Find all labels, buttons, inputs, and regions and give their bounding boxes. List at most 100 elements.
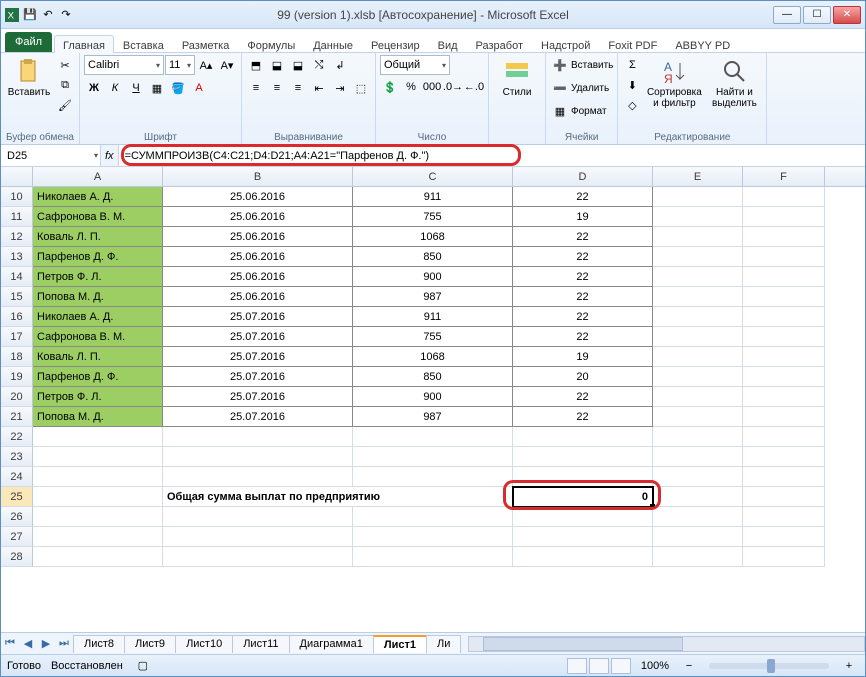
- cell[interactable]: 911: [353, 307, 513, 327]
- fill-icon[interactable]: ⬇: [622, 75, 642, 95]
- cell[interactable]: [513, 467, 653, 487]
- bold-button[interactable]: Ж: [84, 78, 104, 98]
- cell[interactable]: [653, 507, 743, 527]
- macro-record-icon[interactable]: ▢: [133, 656, 153, 676]
- cell[interactable]: 850: [353, 367, 513, 387]
- cut-icon[interactable]: ✂: [55, 55, 75, 75]
- cell[interactable]: 1068: [353, 347, 513, 367]
- format-painter-icon[interactable]: 🖌: [55, 95, 75, 115]
- cell[interactable]: [653, 407, 743, 427]
- sheet-nav-next[interactable]: ▶: [37, 635, 55, 653]
- cell[interactable]: [653, 267, 743, 287]
- cell[interactable]: [653, 307, 743, 327]
- undo-icon[interactable]: ↶: [41, 8, 55, 22]
- italic-button[interactable]: К: [105, 78, 125, 98]
- col-header-E[interactable]: E: [653, 167, 743, 186]
- cell[interactable]: [743, 187, 825, 207]
- format-cells-icon[interactable]: ▦: [550, 101, 570, 121]
- cell[interactable]: [353, 507, 513, 527]
- copy-icon[interactable]: ⧉: [55, 75, 75, 95]
- percent-icon[interactable]: %: [401, 77, 421, 97]
- cell[interactable]: [653, 447, 743, 467]
- cell[interactable]: [33, 447, 163, 467]
- row-header[interactable]: 15: [1, 287, 33, 307]
- cell[interactable]: 25.06.2016: [163, 227, 353, 247]
- row-header[interactable]: 17: [1, 327, 33, 347]
- cell[interactable]: 22: [513, 327, 653, 347]
- cell[interactable]: [163, 427, 353, 447]
- row-header[interactable]: 20: [1, 387, 33, 407]
- page-break-view-button[interactable]: [611, 658, 631, 674]
- col-header-C[interactable]: C: [353, 167, 513, 186]
- summary-label[interactable]: Общая сумма выплат по предприятию: [163, 487, 513, 507]
- cell[interactable]: 25.07.2016: [163, 407, 353, 427]
- delete-cells-icon[interactable]: ➖: [550, 78, 570, 98]
- cell[interactable]: [513, 427, 653, 447]
- align-bottom-icon[interactable]: ⬓: [288, 55, 308, 75]
- cell[interactable]: [353, 527, 513, 547]
- col-header-A[interactable]: A: [33, 167, 163, 186]
- cell[interactable]: [163, 467, 353, 487]
- align-top-icon[interactable]: ⬒: [246, 55, 266, 75]
- border-button[interactable]: ▦: [147, 78, 167, 98]
- font-color-button[interactable]: A: [189, 78, 209, 98]
- save-icon[interactable]: 💾: [23, 8, 37, 22]
- cell[interactable]: 911: [353, 187, 513, 207]
- row-header[interactable]: 24: [1, 467, 33, 487]
- cell[interactable]: [653, 207, 743, 227]
- cell[interactable]: [653, 387, 743, 407]
- cell[interactable]: [163, 507, 353, 527]
- cell[interactable]: Парфенов Д. Ф.: [33, 247, 163, 267]
- cell[interactable]: Сафронова В. М.: [33, 207, 163, 227]
- cell[interactable]: [653, 427, 743, 447]
- cell[interactable]: 850: [353, 247, 513, 267]
- align-middle-icon[interactable]: ⬓: [267, 55, 287, 75]
- merge-button[interactable]: ⬚: [351, 78, 371, 98]
- close-button[interactable]: ✕: [833, 6, 861, 24]
- name-box[interactable]: D25▾: [1, 145, 101, 166]
- fx-button[interactable]: fx: [105, 150, 114, 162]
- cell[interactable]: [743, 267, 825, 287]
- sheet-nav-last[interactable]: ⏭: [55, 635, 73, 653]
- cell[interactable]: [513, 547, 653, 567]
- insert-cells-icon[interactable]: ➕: [550, 55, 570, 75]
- cell[interactable]: 25.06.2016: [163, 287, 353, 307]
- file-tab[interactable]: Файл: [5, 32, 52, 52]
- find-select-button[interactable]: Найти и выделить: [706, 55, 762, 111]
- sheet-tab-Диаграмма1[interactable]: Диаграмма1: [289, 635, 374, 653]
- cell[interactable]: [33, 487, 163, 507]
- col-header-F[interactable]: F: [743, 167, 825, 186]
- cell[interactable]: 22: [513, 227, 653, 247]
- align-center-icon[interactable]: ≡: [267, 78, 287, 98]
- cell[interactable]: [653, 227, 743, 247]
- underline-button[interactable]: Ч: [126, 78, 146, 98]
- styles-button[interactable]: Стили: [493, 55, 541, 100]
- cell[interactable]: Коваль Л. П.: [33, 347, 163, 367]
- grow-font-icon[interactable]: A▴: [196, 55, 216, 75]
- sheet-tab-Лист8[interactable]: Лист8: [73, 635, 125, 653]
- cell[interactable]: [163, 447, 353, 467]
- wrap-text-icon[interactable]: ↲: [330, 55, 350, 75]
- row-header[interactable]: 16: [1, 307, 33, 327]
- cell[interactable]: 25.07.2016: [163, 307, 353, 327]
- cell[interactable]: [653, 287, 743, 307]
- cell[interactable]: [743, 307, 825, 327]
- cell[interactable]: Коваль Л. П.: [33, 227, 163, 247]
- sheet-tab-Лист9[interactable]: Лист9: [124, 635, 176, 653]
- row-header[interactable]: 18: [1, 347, 33, 367]
- row-header[interactable]: 27: [1, 527, 33, 547]
- col-header-B[interactable]: B: [163, 167, 353, 186]
- cell[interactable]: [743, 507, 825, 527]
- grid-rows[interactable]: 10Николаев А. Д.25.06.20169112211Сафроно…: [1, 187, 865, 632]
- comma-icon[interactable]: 000: [422, 77, 442, 97]
- row-header[interactable]: 19: [1, 367, 33, 387]
- cell[interactable]: [653, 487, 743, 507]
- cell[interactable]: 25.06.2016: [163, 247, 353, 267]
- zoom-in-button[interactable]: +: [839, 656, 859, 676]
- cell[interactable]: 22: [513, 407, 653, 427]
- cell[interactable]: [33, 547, 163, 567]
- cell[interactable]: [33, 507, 163, 527]
- cell[interactable]: [653, 547, 743, 567]
- cell[interactable]: [163, 527, 353, 547]
- horizontal-scrollbar[interactable]: [468, 636, 865, 652]
